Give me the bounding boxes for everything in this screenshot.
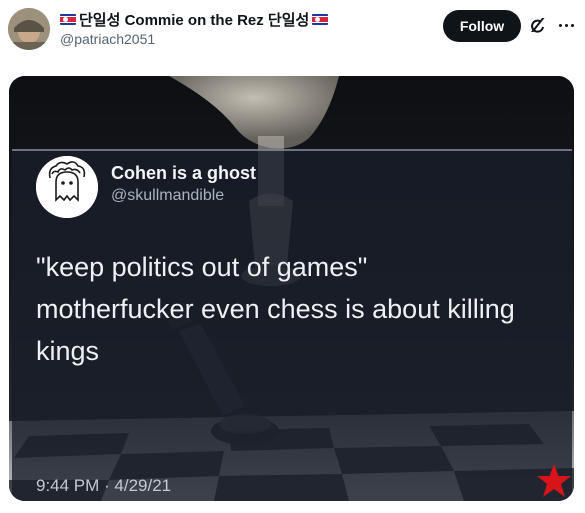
embedded-author-name: Cohen is a ghost [111, 163, 257, 183]
grok-icon[interactable] [528, 15, 548, 35]
embedded-timestamp: 9:44 PM · 4/29/21 [36, 476, 172, 495]
display-name[interactable]: 단일성 Commie on the Rez 단일성 [60, 9, 329, 30]
tweet-text-line: "keep politics out of games" [36, 252, 368, 282]
more-dots-icon[interactable] [556, 15, 576, 35]
red-star-icon [534, 461, 574, 501]
display-name-text: 단일성 Commie on the Rez 단일성 [79, 12, 310, 29]
embedded-tweet-card: Cohen is a ghost @skullmandible "keep po… [12, 149, 572, 501]
user-avatar[interactable] [8, 8, 50, 50]
embedded-tweet-text: "keep politics out of games" motherfucke… [36, 246, 566, 372]
tweet-header: 단일성 Commie on the Rez 단일성 @patriach2051 … [0, 0, 585, 60]
ghost-avatar-icon [36, 156, 98, 218]
tweet-text-line: kings [36, 336, 100, 366]
north-korea-flag-icon [312, 14, 329, 25]
tweet-media-image[interactable]: Cohen is a ghost @skullmandible "keep po… [9, 76, 574, 501]
user-handle[interactable]: @patriach2051 [60, 31, 155, 47]
north-korea-flag-icon [60, 14, 76, 25]
follow-button[interactable]: Follow [443, 10, 521, 42]
tweet-page: 단일성 Commie on the Rez 단일성 @patriach2051 … [0, 0, 585, 513]
embedded-author-handle: @skullmandible [111, 187, 225, 204]
tweet-text-line: motherfucker even chess is about killing [36, 294, 515, 324]
